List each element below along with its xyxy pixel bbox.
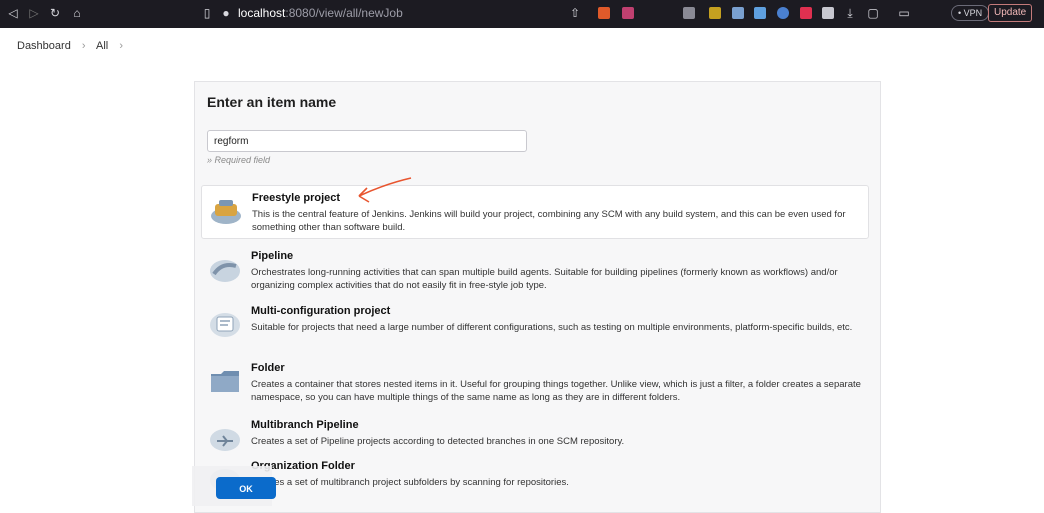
extensions-menu-icon[interactable] bbox=[822, 7, 834, 19]
item-title: Freestyle project bbox=[252, 192, 341, 204]
address-bar[interactable]: localhost:8080/view/all/newJob bbox=[238, 6, 403, 20]
item-description: Creates a set of multibranch project sub… bbox=[251, 477, 569, 488]
site-info-icon[interactable]: ● bbox=[219, 6, 233, 20]
freestyle-project-icon bbox=[211, 200, 241, 224]
item-title: Pipeline bbox=[251, 250, 294, 262]
breadcrumb-dashboard[interactable]: Dashboard bbox=[17, 40, 71, 52]
brave-rewards-icon[interactable] bbox=[622, 7, 634, 19]
item-title: Multi-configuration project bbox=[251, 305, 391, 317]
folder-icon bbox=[211, 371, 239, 392]
item-type-multi-configuration[interactable]: Multi-configuration project Suitable for… bbox=[201, 299, 869, 353]
download-icon[interactable]: ⤓ bbox=[843, 6, 857, 20]
wallet-icon[interactable]: ▭ bbox=[897, 6, 911, 20]
item-title: Multibranch Pipeline bbox=[251, 419, 359, 431]
annotation-arrow-icon bbox=[358, 177, 412, 203]
browser-toolbar: ◁ ▷ ↻ ⌂ ▯ ● localhost:8080/view/all/newJ… bbox=[0, 0, 1044, 28]
vpn-button[interactable]: • VPN bbox=[951, 5, 990, 21]
item-name-input[interactable] bbox=[207, 130, 527, 152]
item-description: Suitable for projects that need a large … bbox=[251, 322, 853, 333]
item-type-pipeline[interactable]: Pipeline Orchestrates long-running activ… bbox=[201, 244, 869, 298]
back-icon[interactable]: ◁ bbox=[6, 6, 20, 20]
new-item-panel: Enter an item name » Required field Free… bbox=[194, 81, 881, 513]
item-description: Creates a set of Pipeline projects accor… bbox=[251, 436, 625, 447]
extension-icon[interactable] bbox=[777, 7, 789, 19]
item-title: Folder bbox=[251, 362, 285, 374]
pipeline-icon bbox=[210, 260, 240, 282]
page-title: Enter an item name bbox=[207, 94, 337, 110]
bookmark-icon[interactable]: ▯ bbox=[200, 6, 214, 20]
reload-icon[interactable]: ↻ bbox=[48, 6, 62, 20]
extension-icon[interactable] bbox=[709, 7, 721, 19]
item-type-organization-folder[interactable]: Organization Folder Creates a set of mul… bbox=[201, 454, 869, 508]
breadcrumb-all[interactable]: All bbox=[96, 40, 108, 52]
brave-shield-icon[interactable] bbox=[598, 7, 610, 19]
home-icon[interactable]: ⌂ bbox=[70, 6, 84, 20]
item-type-freestyle[interactable]: Freestyle project This is the central fe… bbox=[201, 185, 869, 239]
item-description: Creates a container that stores nested i… bbox=[251, 379, 861, 403]
breadcrumb: Dashboard › All › bbox=[17, 40, 131, 52]
item-description: Orchestrates long-running activities tha… bbox=[251, 267, 838, 291]
chevron-right-icon: › bbox=[81, 40, 86, 52]
item-type-folder[interactable]: Folder Creates a container that stores n… bbox=[201, 356, 869, 410]
multibranch-pipeline-icon bbox=[210, 429, 240, 451]
multi-configuration-icon bbox=[210, 313, 240, 337]
share-icon[interactable]: ⇧ bbox=[568, 6, 582, 20]
extension-icon[interactable] bbox=[732, 7, 744, 19]
item-description: This is the central feature of Jenkins. … bbox=[252, 209, 846, 233]
required-field-hint: » Required field bbox=[207, 155, 271, 165]
extension-icon[interactable] bbox=[800, 7, 812, 19]
sidebar-icon[interactable]: ▢ bbox=[866, 6, 880, 20]
extension-icon[interactable] bbox=[683, 7, 695, 19]
ok-button[interactable]: OK bbox=[216, 477, 276, 499]
forward-icon[interactable]: ▷ bbox=[27, 6, 41, 20]
update-button[interactable]: Update bbox=[988, 4, 1033, 22]
chevron-right-icon[interactable]: › bbox=[119, 40, 123, 52]
extension-icon[interactable] bbox=[754, 7, 766, 19]
